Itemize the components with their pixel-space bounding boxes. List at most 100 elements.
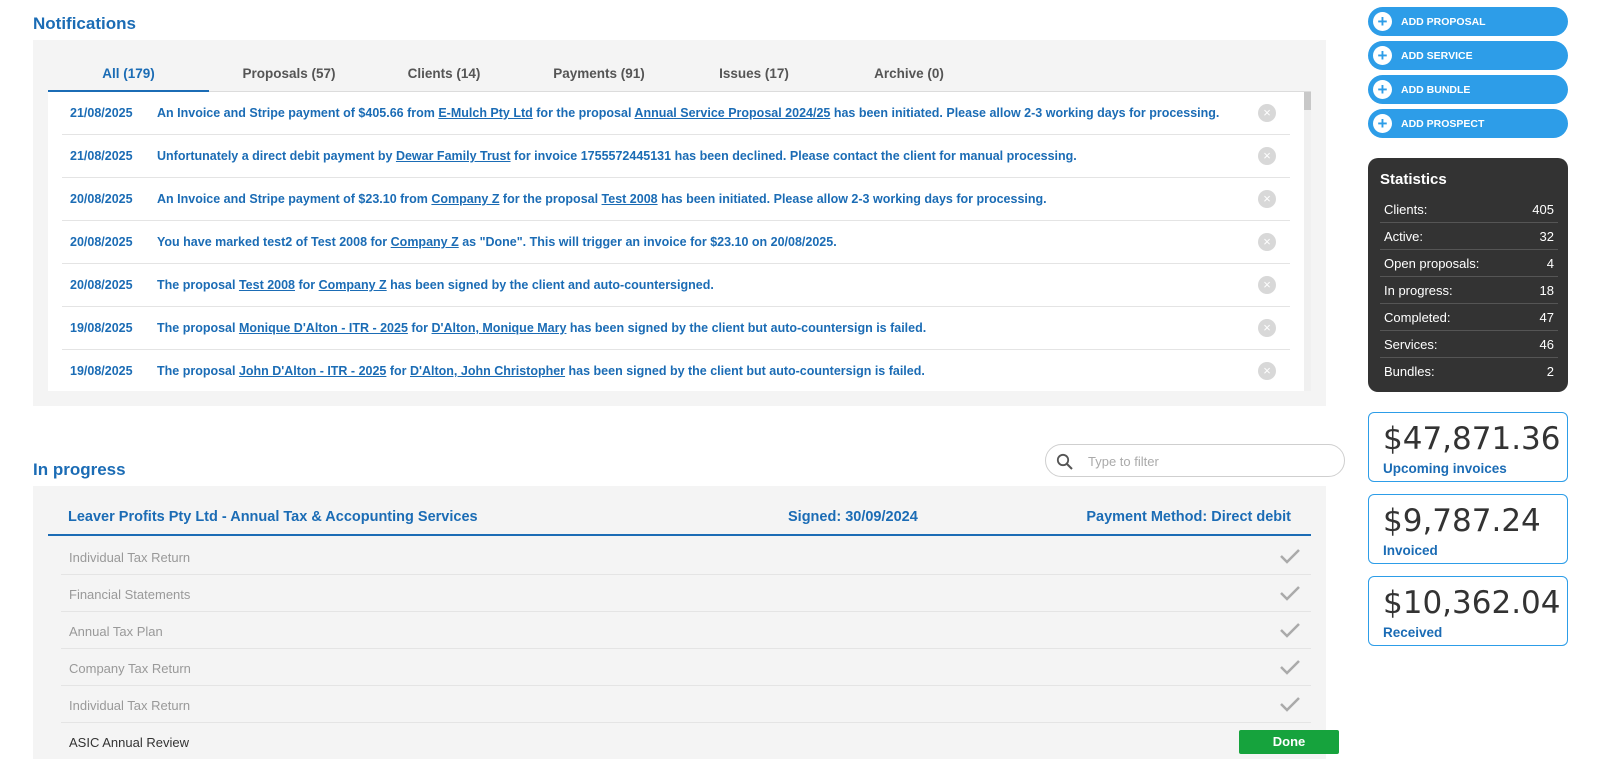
check-icon <box>1280 660 1300 675</box>
statistics-row: Active: 32 <box>1380 223 1558 250</box>
notification-message: The proposal Test 2008 for Company Z has… <box>157 278 714 292</box>
notification-message: The proposal Monique D'Alton - ITR - 202… <box>157 321 926 335</box>
check-icon <box>1280 549 1300 564</box>
service-name: ASIC Annual Review <box>69 735 189 750</box>
notification-date: 20/08/2025 <box>70 235 133 249</box>
dismiss-icon[interactable]: × <box>1258 147 1276 165</box>
notification-link[interactable]: Test 2008 <box>239 278 295 292</box>
service-row: Annual Tax Plan <box>61 612 1311 649</box>
notification-text: An Invoice and Stripe payment of $405.66… <box>157 106 439 120</box>
notification-row: 19/08/2025 The proposal Monique D'Alton -… <box>62 307 1290 350</box>
scrollbar[interactable] <box>1304 92 1311 391</box>
statistics-value: 47 <box>1539 310 1554 325</box>
done-button[interactable]: Done <box>1239 730 1339 754</box>
invoiced-card[interactable]: $9,787.24 Invoiced <box>1368 494 1568 564</box>
notification-link[interactable]: Test 2008 <box>602 192 658 206</box>
notification-link[interactable]: Company Z <box>431 192 499 206</box>
notification-text: has been signed by the client but auto-c… <box>565 364 925 378</box>
check-icon <box>1280 697 1300 712</box>
dismiss-icon[interactable]: × <box>1258 319 1276 337</box>
filter-input[interactable] <box>1088 451 1328 471</box>
add-service-button[interactable]: + ADD SERVICE <box>1368 41 1568 70</box>
notification-text: for <box>407 321 432 335</box>
notification-text: You have marked test2 of Test 2008 for <box>157 235 391 249</box>
notification-link[interactable]: Company Z <box>319 278 387 292</box>
notification-link[interactable]: D'Alton, Monique Mary <box>432 321 567 335</box>
scrollbar-thumb[interactable] <box>1304 92 1311 110</box>
notification-text: for <box>386 364 410 378</box>
search-icon <box>1056 453 1073 470</box>
notification-text: for the proposal <box>532 106 635 120</box>
notification-link[interactable]: Dewar Family Trust <box>396 149 511 163</box>
received-card[interactable]: $10,362.04 Received <box>1368 576 1568 646</box>
notification-text: has been initiated. Please allow 2-3 wor… <box>657 192 1047 206</box>
dismiss-icon[interactable]: × <box>1258 233 1276 251</box>
project-signed-date: Signed: 30/09/2024 <box>788 509 918 525</box>
notification-link[interactable]: John D'Alton - ITR - 2025 <box>239 364 386 378</box>
statistics-label: Bundles: <box>1384 364 1435 379</box>
dismiss-icon[interactable]: × <box>1258 362 1276 380</box>
tab-issues[interactable]: Issues (17) <box>679 56 829 92</box>
notification-text: for invoice 1755572445131 has been decli… <box>510 149 1077 163</box>
tab-proposals[interactable]: Proposals (57) <box>209 56 369 92</box>
dismiss-icon[interactable]: × <box>1258 104 1276 122</box>
notification-link[interactable]: Company Z <box>391 235 459 249</box>
statistics-label: Open proposals: <box>1384 256 1480 271</box>
received-caption: Received <box>1383 625 1443 640</box>
service-row: Company Tax Return <box>61 649 1311 686</box>
statistics-label: Services: <box>1384 337 1438 352</box>
notification-link[interactable]: D'Alton, John Christopher <box>410 364 565 378</box>
upcoming-invoices-caption: Upcoming invoices <box>1383 461 1507 476</box>
notifications-panel: All (179) Proposals (57) Clients (14) Pa… <box>33 40 1326 406</box>
project-name: Leaver Profits Pty Ltd - Annual Tax & Ac… <box>68 509 478 525</box>
notification-message: An Invoice and Stripe payment of $405.66… <box>157 106 1219 120</box>
plus-icon: + <box>1373 12 1392 31</box>
notification-text: The proposal <box>157 364 239 378</box>
add-prospect-label: ADD PROSPECT <box>1401 118 1485 130</box>
statistics-row: In progress: 18 <box>1380 277 1558 304</box>
notification-message: You have marked test2 of Test 2008 for C… <box>157 235 837 249</box>
notification-row: 20/08/2025 The proposal Test 2008 for Com… <box>62 264 1290 307</box>
statistics-value: 4 <box>1546 256 1554 271</box>
tab-all[interactable]: All (179) <box>48 56 209 92</box>
notification-date: 19/08/2025 <box>70 364 133 378</box>
dismiss-icon[interactable]: × <box>1258 276 1276 294</box>
notification-text: The proposal <box>157 321 239 335</box>
filter-box[interactable] <box>1045 444 1345 477</box>
statistics-label: Clients: <box>1384 202 1428 217</box>
statistics-row: Services: 46 <box>1380 331 1558 358</box>
statistics-row: Bundles: 2 <box>1380 358 1558 385</box>
notification-link[interactable]: E-Mulch Pty Ltd <box>438 106 532 120</box>
notification-text: Unfortunately a direct debit payment by <box>157 149 396 163</box>
notification-text: has been initiated. Please allow 2-3 wor… <box>830 106 1220 120</box>
notification-message: Unfortunately a direct debit payment by … <box>157 149 1077 163</box>
tab-payments[interactable]: Payments (91) <box>519 56 679 92</box>
project-header[interactable]: Leaver Profits Pty Ltd - Annual Tax & Ac… <box>48 486 1311 536</box>
service-row: Individual Tax Return <box>61 538 1311 575</box>
notification-text: for <box>295 278 319 292</box>
add-proposal-button[interactable]: + ADD PROPOSAL <box>1368 7 1568 36</box>
add-bundle-button[interactable]: + ADD BUNDLE <box>1368 75 1568 104</box>
check-icon <box>1280 586 1300 601</box>
notification-date: 21/08/2025 <box>70 149 133 163</box>
upcoming-invoices-card[interactable]: $47,871.36 Upcoming invoices <box>1368 412 1568 482</box>
notification-row: 20/08/2025 You have marked test2 of Test … <box>62 221 1290 264</box>
service-name: Financial Statements <box>69 587 191 602</box>
statistics-value: 18 <box>1539 283 1554 298</box>
tab-clients[interactable]: Clients (14) <box>369 56 519 92</box>
add-prospect-button[interactable]: + ADD PROSPECT <box>1368 109 1568 138</box>
notification-link[interactable]: Monique D'Alton - ITR - 2025 <box>239 321 408 335</box>
plus-icon: + <box>1373 80 1392 99</box>
service-row: ASIC Annual Review Done <box>61 723 1339 759</box>
statistics-value: 46 <box>1539 337 1554 352</box>
dismiss-icon[interactable]: × <box>1258 190 1276 208</box>
notification-tabs: All (179) Proposals (57) Clients (14) Pa… <box>48 56 1311 92</box>
statistics-panel: Statistics Clients: 405 Active: 32 Open prop… <box>1368 158 1568 392</box>
notification-list[interactable]: 21/08/2025 An Invoice and Stripe payment … <box>48 92 1311 391</box>
notification-text: An Invoice and Stripe payment of $23.10 … <box>157 192 432 206</box>
notification-text: has been signed by the client and auto-c… <box>386 278 714 292</box>
service-name: Individual Tax Return <box>69 550 191 565</box>
tab-archive[interactable]: Archive (0) <box>829 56 989 92</box>
notification-link[interactable]: Annual Service Proposal 2024/25 <box>634 106 830 120</box>
upcoming-invoices-amount: $47,871.36 <box>1383 421 1561 457</box>
